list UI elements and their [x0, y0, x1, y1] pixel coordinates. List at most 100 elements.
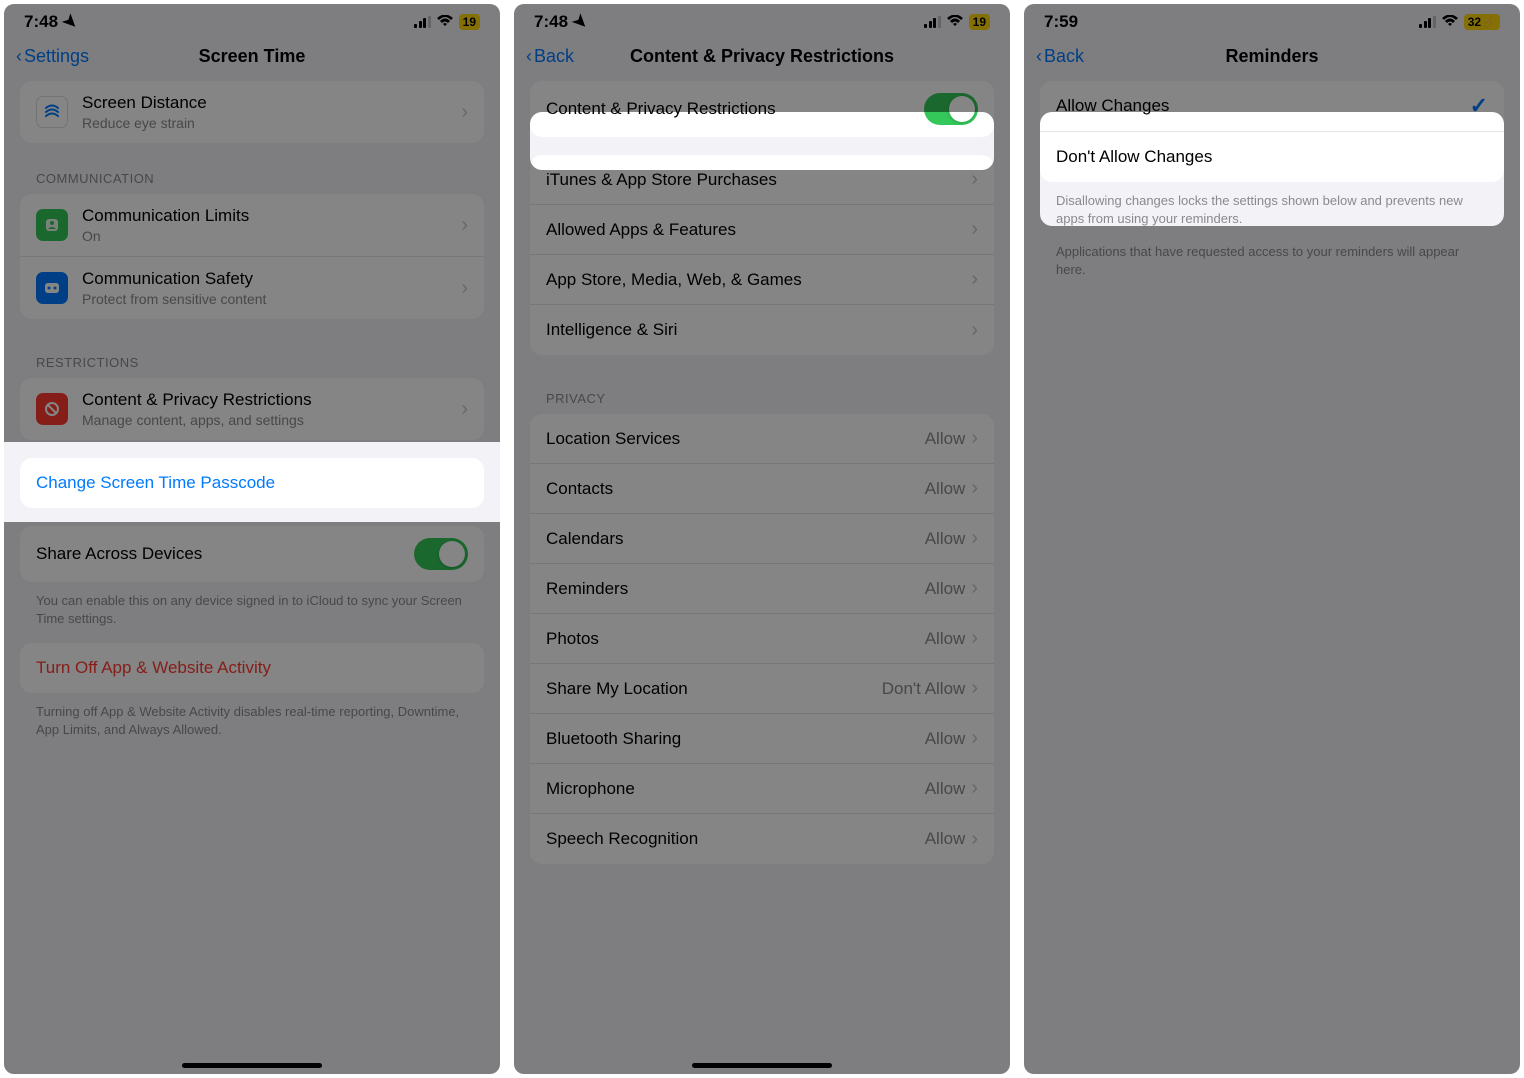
list-item[interactable]: ContactsAllow›	[530, 464, 994, 514]
location-arrow-icon: ➤	[568, 10, 592, 34]
row-allow-changes[interactable]: Allow Changes ✓	[1040, 81, 1504, 132]
row-title: Microphone	[546, 779, 925, 799]
list-item[interactable]: CalendarsAllow›	[530, 514, 994, 564]
nav-bar: ‹ Settings Screen Time	[4, 36, 500, 81]
list-item[interactable]: Speech RecognitionAllow›	[530, 814, 994, 864]
row-cpr-toggle[interactable]: Content & Privacy Restrictions	[530, 81, 994, 137]
row-title: Screen Distance	[82, 93, 461, 113]
page-title: Reminders	[1024, 46, 1520, 67]
row-value: Allow	[925, 479, 966, 499]
back-button[interactable]: ‹ Back	[526, 46, 574, 67]
row-subtitle: Manage content, apps, and settings	[82, 412, 461, 428]
status-time: 7:48 ➤	[24, 12, 77, 32]
link-label: Turn Off App & Website Activity	[36, 658, 271, 678]
row-title: Calendars	[546, 529, 925, 549]
row-title: Allow Changes	[1056, 96, 1470, 116]
list-item[interactable]: Bluetooth SharingAllow›	[530, 714, 994, 764]
toggle-cpr[interactable]	[924, 93, 978, 125]
back-button[interactable]: ‹ Settings	[16, 46, 89, 67]
row-title: Communication Safety	[82, 269, 461, 289]
wifi-icon	[437, 14, 453, 30]
nav-bar: ‹ Back Content & Privacy Restrictions	[514, 36, 1010, 81]
status-bar: 7:48 ➤ 19	[514, 4, 1010, 36]
phone-content-privacy: 7:48 ➤ 19 ‹ Back Content & Privacy Restr…	[514, 4, 1010, 1074]
chevron-right-icon: ›	[971, 727, 978, 750]
footer-turn-off: Turning off App & Website Activity disab…	[4, 703, 500, 754]
row-title: Photos	[546, 629, 925, 649]
phone-reminders: 7:59 32⚡ ‹ Back Reminders Allow Changes …	[1024, 4, 1520, 1074]
phone-screen-time: 7:48 ➤ 19 ‹ Settings Screen Time Screen …	[4, 4, 500, 1074]
list-item[interactable]: Intelligence & Siri›	[530, 305, 994, 355]
list-item[interactable]: PhotosAllow›	[530, 614, 994, 664]
chevron-right-icon: ›	[461, 101, 468, 124]
row-title: Content & Privacy Restrictions	[82, 390, 461, 410]
toggle-share-devices[interactable]	[414, 538, 468, 570]
row-title: Content & Privacy Restrictions	[546, 99, 924, 119]
communication-safety-icon	[36, 272, 68, 304]
row-value: Allow	[925, 779, 966, 799]
chevron-right-icon: ›	[971, 777, 978, 800]
back-button[interactable]: ‹ Back	[1036, 46, 1084, 67]
page-title: Content & Privacy Restrictions	[514, 46, 1010, 67]
chevron-right-icon: ›	[461, 214, 468, 237]
list-item[interactable]: Location ServicesAllow›	[530, 414, 994, 464]
list-item[interactable]: iTunes & App Store Purchases›	[530, 155, 994, 205]
row-value: Allow	[925, 529, 966, 549]
status-time: 7:59	[1044, 12, 1078, 32]
chevron-right-icon: ›	[971, 677, 978, 700]
row-title: Share My Location	[546, 679, 882, 699]
chevron-right-icon: ›	[971, 427, 978, 450]
chevron-right-icon: ›	[971, 168, 978, 191]
chevron-right-icon: ›	[971, 319, 978, 342]
row-title: Reminders	[546, 579, 925, 599]
row-title: Communication Limits	[82, 206, 461, 226]
section-header-privacy: PRIVACY	[514, 373, 1010, 414]
chevron-right-icon: ›	[971, 268, 978, 291]
chevron-left-icon: ‹	[16, 46, 22, 67]
list-item[interactable]: Share My LocationDon't Allow›	[530, 664, 994, 714]
signal-icon	[1419, 16, 1436, 28]
nav-bar: ‹ Back Reminders	[1024, 36, 1520, 81]
screen-distance-icon	[36, 96, 68, 128]
back-label: Back	[534, 46, 574, 67]
restrictions-icon	[36, 393, 68, 425]
row-communication-limits[interactable]: Communication Limits On ›	[20, 194, 484, 257]
footer-disallow: Disallowing changes locks the settings s…	[1024, 192, 1520, 243]
row-communication-safety[interactable]: Communication Safety Protect from sensit…	[20, 257, 484, 319]
battery-badge: 19	[459, 14, 480, 30]
chevron-right-icon: ›	[971, 627, 978, 650]
list-item[interactable]: Allowed Apps & Features›	[530, 205, 994, 255]
signal-icon	[414, 16, 431, 28]
wifi-icon	[947, 14, 963, 30]
list-item[interactable]: App Store, Media, Web, & Games›	[530, 255, 994, 305]
chevron-right-icon: ›	[971, 477, 978, 500]
row-turn-off-activity[interactable]: Turn Off App & Website Activity	[20, 643, 484, 693]
row-value: Allow	[925, 429, 966, 449]
home-indicator	[182, 1063, 322, 1068]
chevron-right-icon: ›	[461, 277, 468, 300]
chevron-right-icon: ›	[971, 527, 978, 550]
row-title: Speech Recognition	[546, 829, 925, 849]
chevron-right-icon: ›	[461, 398, 468, 421]
back-label: Back	[1044, 46, 1084, 67]
row-title: App Store, Media, Web, & Games	[546, 270, 971, 290]
chevron-left-icon: ‹	[1036, 46, 1042, 67]
list-item[interactable]: MicrophoneAllow›	[530, 764, 994, 814]
row-title: Location Services	[546, 429, 925, 449]
checkmark-icon: ✓	[1470, 93, 1488, 119]
back-label: Settings	[24, 46, 89, 67]
status-right: 19	[924, 14, 990, 30]
communication-limits-icon	[36, 209, 68, 241]
row-title: Share Across Devices	[36, 544, 414, 564]
location-arrow-icon: ➤	[58, 10, 82, 34]
row-change-passcode[interactable]: Change Screen Time Passcode	[20, 458, 484, 508]
section-header-restrictions: RESTRICTIONS	[4, 337, 500, 378]
signal-icon	[924, 16, 941, 28]
row-screen-distance[interactable]: Screen Distance Reduce eye strain ›	[20, 81, 484, 143]
row-dont-allow-changes[interactable]: Don't Allow Changes	[1040, 132, 1504, 182]
list-item[interactable]: RemindersAllow›	[530, 564, 994, 614]
row-content-privacy-restrictions[interactable]: Content & Privacy Restrictions Manage co…	[20, 378, 484, 440]
row-title: Don't Allow Changes	[1056, 147, 1488, 167]
status-bar: 7:48 ➤ 19	[4, 4, 500, 36]
row-share-across-devices[interactable]: Share Across Devices	[20, 526, 484, 582]
